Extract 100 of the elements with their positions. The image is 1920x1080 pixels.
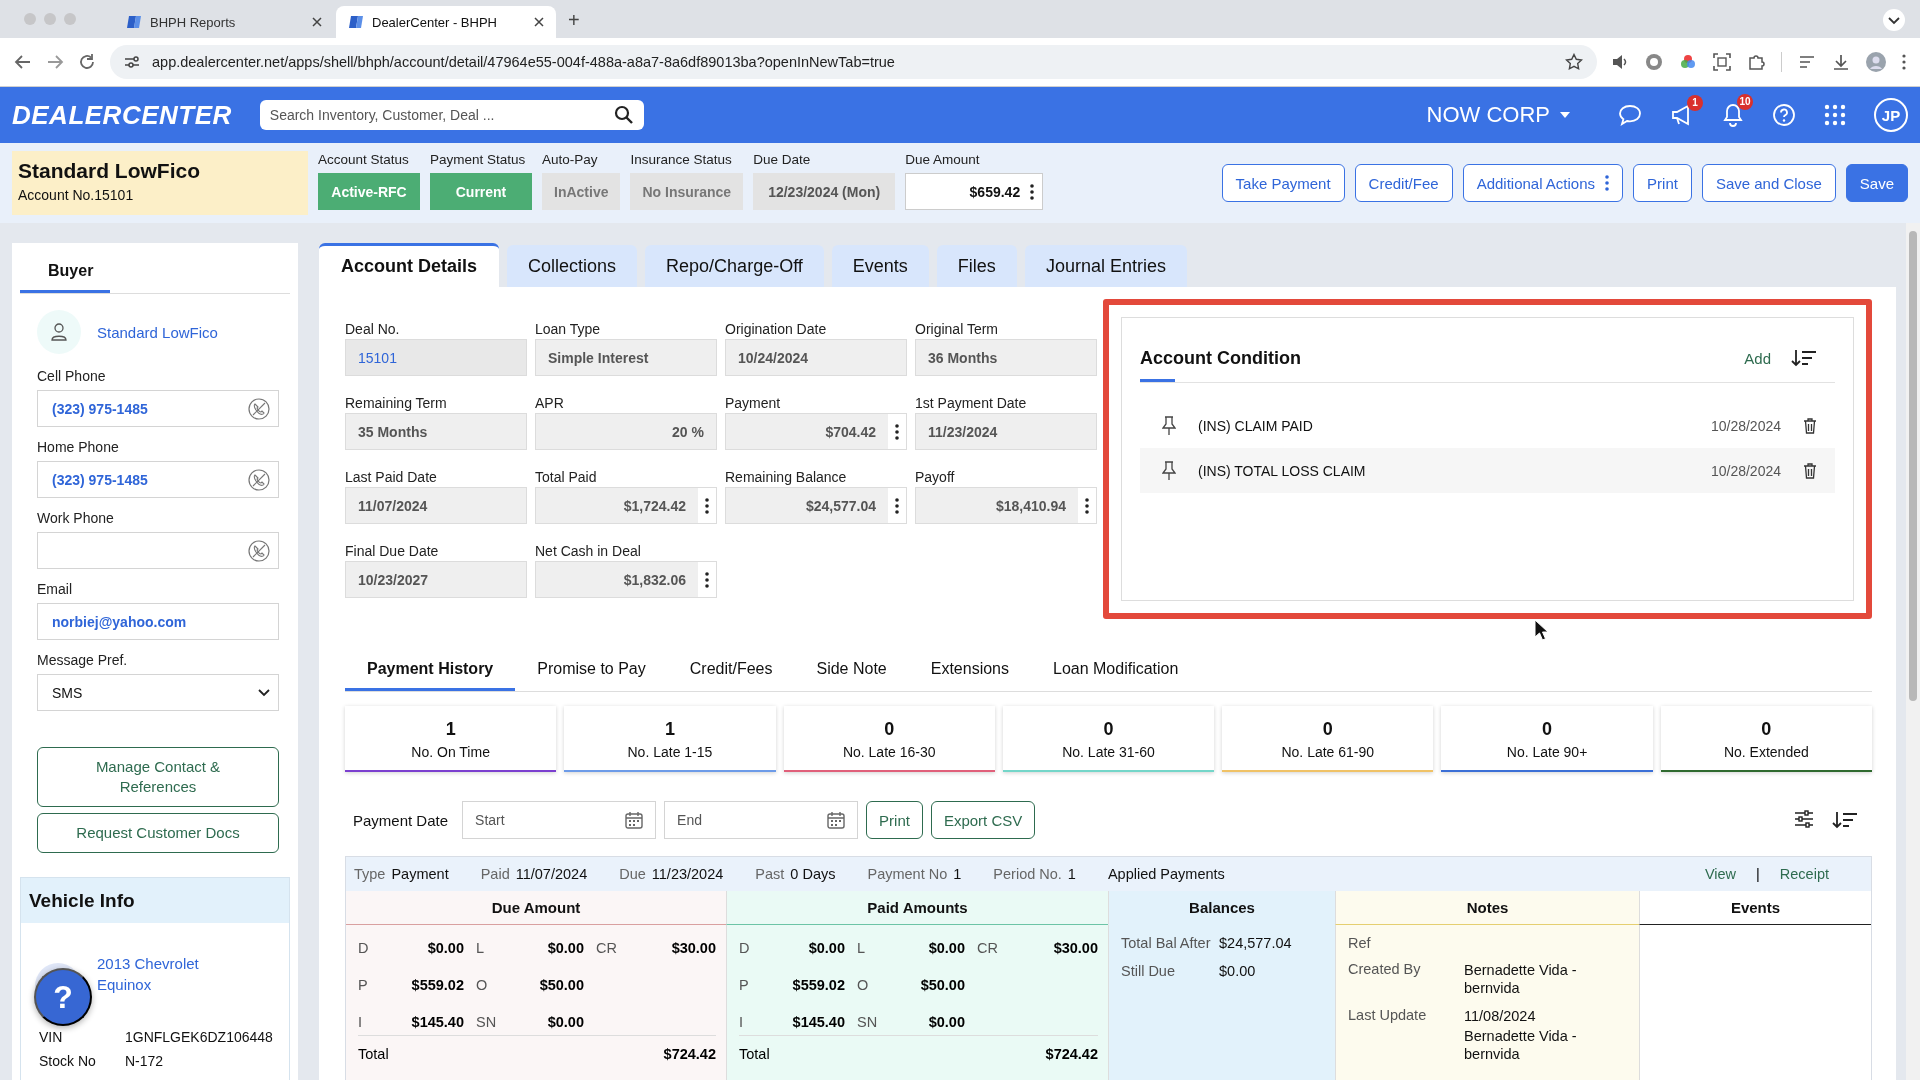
apps-grid-icon[interactable] (1824, 104, 1846, 126)
trash-icon[interactable] (1803, 417, 1817, 434)
filter-sliders-icon[interactable] (1794, 810, 1814, 828)
phone-field[interactable]: (323) 975-1485 (37, 390, 279, 427)
add-link[interactable]: Add (1744, 349, 1771, 367)
close-icon[interactable] (312, 17, 322, 27)
amount-value: $0.00 (546, 1014, 584, 1031)
search-field[interactable]: Search Inventory, Customer, Deal ... (259, 100, 644, 130)
sidebar-button[interactable]: Request Customer Docs (37, 813, 279, 853)
calendar-icon[interactable] (625, 811, 644, 829)
browser-tab[interactable]: DealerCenter - BHPH (336, 6, 556, 38)
address-bar[interactable]: app.dealercenter.net/apps/shell/bhph/account/detail/47964e55-004f-488a-a8a7-8a6df89013ba?openInNewTab=true (110, 45, 1597, 79)
due-amount-field[interactable]: $659.42 (905, 173, 1044, 210)
summary-label: Payment No (867, 866, 948, 882)
forward-icon[interactable] (46, 53, 64, 71)
pin-icon[interactable] (1162, 415, 1176, 436)
view-link[interactable]: View (1704, 866, 1737, 882)
field-value: 11/07/2024 (357, 497, 429, 514)
profile-avatar-icon[interactable] (1866, 52, 1886, 72)
kebab-icon[interactable] (1030, 183, 1035, 200)
sidebar-button[interactable]: Manage Contact & References (37, 747, 279, 807)
amount-value: $0.00 (426, 939, 464, 956)
back-icon[interactable] (14, 53, 32, 71)
history-tab[interactable]: Promise to Pay (515, 660, 668, 691)
screenshot-icon[interactable] (1713, 53, 1731, 71)
company-selector[interactable]: NOW CORP (1426, 102, 1570, 128)
action-button[interactable]: Print (1633, 164, 1692, 202)
history-tab[interactable]: Credit/Fees (667, 660, 795, 691)
date-field[interactable]: Start (462, 801, 657, 839)
new-tab-button[interactable]: + (568, 9, 580, 32)
vehicle-link[interactable]: 2013 Chevrolet Equinox (97, 953, 217, 995)
filter-button[interactable]: Export CSV (930, 801, 1036, 839)
buyer-name-link[interactable]: Standard LowFico (97, 323, 218, 341)
kebab-icon[interactable] (1085, 497, 1089, 514)
summary-value: 11/07/2024 (515, 866, 588, 882)
kebab-icon[interactable] (705, 571, 709, 588)
section-tab[interactable]: Events (831, 245, 929, 287)
reload-icon[interactable] (78, 53, 96, 71)
more-icon[interactable] (1902, 54, 1906, 70)
action-button[interactable]: Take Payment (1221, 164, 1345, 202)
star-icon[interactable] (1565, 53, 1583, 71)
detail-label: VIN (39, 1029, 64, 1045)
sort-icon[interactable] (1832, 810, 1858, 830)
phone-icon[interactable] (248, 539, 270, 562)
field-label: Net Cash in Deal (535, 543, 642, 559)
user-avatar[interactable]: JP (1874, 98, 1908, 132)
action-button[interactable]: Credit/Fee (1354, 164, 1453, 202)
condition-row[interactable]: (INS) CLAIM PAID 10/28/2024 (1140, 403, 1835, 448)
stat-label: No. Late 1-15 (627, 744, 713, 760)
email-field[interactable]: norbiej@yahoo.com (37, 603, 279, 640)
phone-icon[interactable] (248, 397, 270, 420)
reading-list-icon[interactable] (1798, 53, 1816, 71)
tab-list-icon[interactable] (1882, 8, 1906, 32)
search-icon[interactable] (613, 105, 634, 125)
stat-value: 0 (1542, 719, 1553, 740)
phone-icon[interactable] (248, 468, 270, 491)
section-tab[interactable]: Collections (507, 245, 638, 287)
field-value: $1,832.06 (622, 571, 687, 588)
sort-icon[interactable] (1791, 348, 1817, 368)
phone-field[interactable]: (323) 975-1485 (37, 461, 279, 498)
site-settings-icon[interactable] (124, 55, 140, 69)
kebab-icon[interactable] (705, 497, 709, 514)
field-value: Simple Interest (547, 349, 650, 366)
calendar-icon[interactable] (827, 811, 846, 829)
kebab-icon[interactable] (895, 497, 899, 514)
total-value: $724.42 (1045, 1046, 1098, 1062)
history-tab[interactable]: Payment History (345, 660, 516, 691)
chat-bubble-icon[interactable] (1618, 104, 1642, 126)
filter-button[interactable]: Print (866, 801, 923, 839)
section-tab[interactable]: Files (936, 245, 1017, 287)
condition-date: 10/28/2024 (1710, 462, 1781, 479)
history-tab[interactable]: Extensions (908, 660, 1031, 691)
actions-menu-button[interactable]: Additional Actions (1462, 164, 1624, 202)
trash-icon[interactable] (1803, 462, 1817, 479)
section-tab[interactable]: Repo/Charge-Off (645, 245, 824, 287)
history-tab[interactable]: Loan Modification (1031, 660, 1201, 691)
bell-icon[interactable] (1722, 103, 1744, 127)
browser-tab[interactable]: BHPH Reports (114, 6, 334, 38)
kebab-icon[interactable] (895, 423, 899, 440)
section-tab[interactable]: Account Details (319, 243, 500, 287)
pin-icon[interactable] (1162, 460, 1176, 481)
history-tab[interactable]: Side Note (794, 660, 909, 691)
condition-row[interactable]: (INS) TOTAL LOSS CLAIM 10/28/2024 (1140, 448, 1835, 493)
scrollbar-thumb[interactable] (1909, 231, 1917, 701)
close-icon[interactable] (534, 17, 544, 27)
speaker-icon[interactable] (1611, 53, 1629, 71)
receipt-link[interactable]: Receipt (1779, 866, 1829, 882)
date-field[interactable]: End (664, 801, 859, 839)
save-button[interactable]: Save (1845, 164, 1908, 202)
app-logo[interactable]: DEALERCENTER (12, 99, 232, 131)
buyer-tab[interactable]: Buyer (20, 262, 110, 293)
puzzle-icon[interactable] (1747, 53, 1765, 71)
message-pref-dropdown[interactable]: SMS (37, 674, 279, 711)
scrollbar[interactable] (1906, 223, 1920, 1080)
phone-field[interactable] (37, 532, 279, 569)
download-icon[interactable] (1832, 53, 1850, 71)
section-tab[interactable]: Journal Entries (1024, 245, 1187, 287)
action-button[interactable]: Save and Close (1701, 164, 1836, 202)
help-icon[interactable] (1772, 103, 1796, 127)
color-wheel-icon[interactable] (1679, 53, 1697, 71)
